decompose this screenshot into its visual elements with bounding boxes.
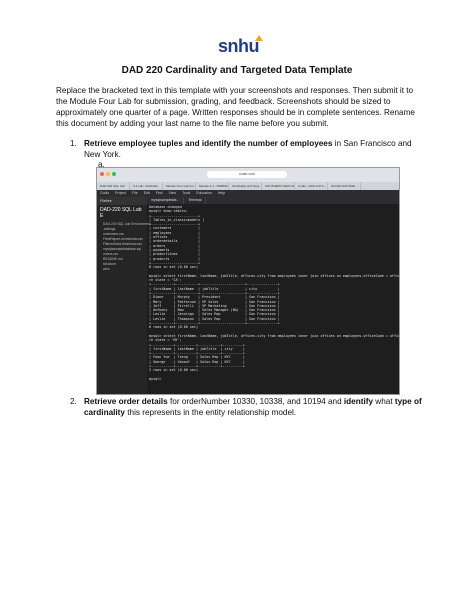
question-2-bold-2: identify [343,397,374,406]
browser-tab: Cardinality and Targ... [229,182,262,190]
question-number: 2. [70,397,77,406]
logo-mark-icon [255,35,263,41]
menu-item: Tools [182,191,191,195]
question-number: 1. [70,139,77,148]
question-2: 2. Retrieve order details for orderNumbe… [56,396,426,418]
browser-tabs: DAD 220 SQL Lab 4-1 Lab: Cardinalit... Mod… [97,182,399,190]
menu-item: Help [217,191,226,195]
snhu-logo: snhu [218,35,263,58]
browser-tab: SOUTHERN NEW HA... [262,182,295,190]
terminal-line: mysql> select firstName, lastName, jobTi… [149,333,399,338]
question-1: 1. Retrieve employee tuples and identify… [56,138,426,160]
file-item: mysqlsampledatabase.sql [103,246,141,251]
menu-item: Find [155,191,163,195]
terminal-tab: Terminal [184,197,207,204]
file-item: wins [103,266,110,271]
browser-tab: Codio - DAD 220 S... [295,182,328,190]
browser-tab: 4-1 Lab: Cardinalit... [130,182,163,190]
address-bar: codio.com [207,171,287,178]
file-item: DAD-220 SQL Lab Environment [103,221,150,226]
file-tree: Filetree DAD-220 SQL Lab E DAD-220 SQL L… [97,197,150,394]
terminal-output: Database changed mysql> show tables; +----… [149,205,399,393]
terminal-line: mysql> [149,376,164,381]
question-1-bold: Retrieve employee tuples and identify th… [84,139,333,148]
terminal-tab: mysqlsampledat... [147,197,185,204]
terminal-screenshot: codio.com DAD 220 SQL Lab 4-1 Lab: Cardin… [96,167,400,395]
browser-tab: Module 4-1 - RDBMS [196,182,229,190]
browser-tab: 22-DAD 220 Walk... [328,182,361,190]
menu-item: Edit [143,191,150,195]
menu-item: Codio [100,191,110,195]
filetree-header: Filetree [97,197,147,205]
menu-item: File [132,191,138,195]
intro-paragraph: Replace the bracketed text in this templ… [56,86,415,128]
question-2-mid-1: for orderNumber 10330, 10338, and 10194 … [167,397,344,406]
menu-item: View [168,191,177,195]
terminal-tabs: mysqlsampledat... Terminal [147,197,399,204]
document-title: DAD 220 Cardinality and Targeted Data Te… [121,65,353,76]
browser-tab: DAD 220 SQL Lab [97,182,130,190]
menu-item: Project [115,191,127,195]
question-2-rest: this represents in the entity relationsh… [124,408,297,417]
menu-item: Education [196,191,212,195]
browser-toolbar: codio.com [97,168,399,182]
file-item: FleetReport-extractedw.csv [103,236,143,241]
file-item: FilteredData-trimmedw.csv [103,241,143,246]
question-2-mid-2: what [373,397,395,406]
project-title: DAD-220 SQL Lab E [100,207,142,219]
window-controls [100,172,116,176]
logo-text: snhu [218,36,260,56]
browser-tab: Module Four Lab Gu... [163,182,196,190]
terminal-line: mysql> select firstName, lastName, jobTi… [149,273,399,278]
ide-menubar: Codio Project File Edit Find View Tools Educati… [97,190,399,197]
question-2-bold-1: Retrieve order details [84,397,168,406]
